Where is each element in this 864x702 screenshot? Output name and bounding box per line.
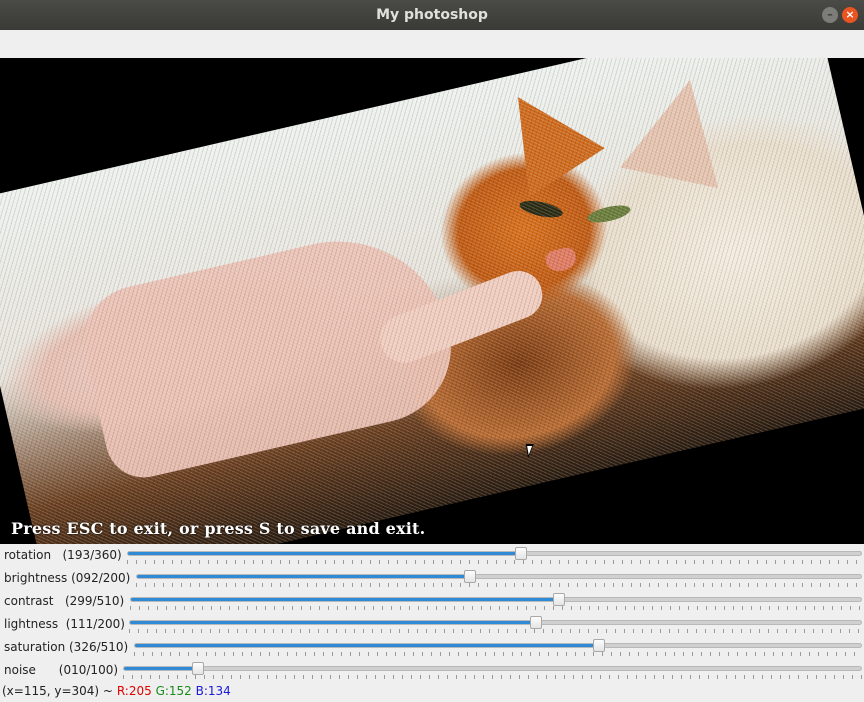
slider-thumb[interactable] bbox=[593, 639, 606, 652]
slider-row: lightness (111/200) bbox=[0, 615, 864, 638]
slider-fill bbox=[137, 575, 471, 578]
close-icon[interactable]: × bbox=[842, 7, 858, 23]
image-canvas[interactable] bbox=[0, 58, 864, 544]
slider-track[interactable] bbox=[129, 616, 862, 629]
slider-ticks bbox=[136, 583, 862, 587]
slider-row: brightness (092/200) bbox=[0, 569, 864, 592]
slider-row: contrast (299/510) bbox=[0, 592, 864, 615]
slider-thumb[interactable] bbox=[514, 547, 527, 560]
slider-track[interactable] bbox=[130, 593, 862, 606]
blue-value: B:134 bbox=[195, 684, 231, 698]
slider-thumb[interactable] bbox=[529, 616, 542, 629]
slider-ticks bbox=[134, 652, 862, 656]
slider-row: noise (010/100) bbox=[0, 661, 864, 684]
slider-thumb[interactable] bbox=[191, 662, 204, 675]
cat-photo bbox=[0, 58, 864, 544]
red-value: R:205 bbox=[116, 684, 152, 698]
slider-fill bbox=[130, 621, 536, 624]
overlay-instructions: Press ESC to exit, or press S to save an… bbox=[11, 519, 426, 538]
slider-label: noise (010/100) bbox=[4, 663, 119, 677]
slider-fill bbox=[124, 667, 198, 670]
slider-label: rotation (193/360) bbox=[4, 548, 122, 562]
cursor-coords: (x=115, y=304) ~ bbox=[2, 684, 113, 698]
slider-label: saturation (326/510) bbox=[4, 640, 129, 654]
slider-track[interactable] bbox=[136, 570, 862, 583]
slider-label: brightness (092/200) bbox=[4, 571, 131, 585]
status-bar: (x=115, y=304) ~ R:205 G:152 B:134 bbox=[2, 684, 231, 698]
slider-fill bbox=[131, 598, 559, 601]
toolbar bbox=[0, 30, 864, 58]
window-titlebar: My photoshop – × bbox=[0, 0, 864, 30]
slider-ticks bbox=[129, 629, 862, 633]
slider-ticks bbox=[123, 675, 862, 679]
slider-ticks bbox=[130, 606, 862, 610]
green-value: G:152 bbox=[155, 684, 192, 698]
slider-row: saturation (326/510) bbox=[0, 638, 864, 661]
slider-track[interactable] bbox=[123, 662, 862, 675]
slider-track[interactable] bbox=[127, 547, 862, 560]
minimize-icon[interactable]: – bbox=[822, 7, 838, 23]
noise-overlay bbox=[0, 58, 864, 544]
slider-track[interactable] bbox=[134, 639, 862, 652]
slider-label: lightness (111/200) bbox=[4, 617, 125, 631]
slider-label: contrast (299/510) bbox=[4, 594, 125, 608]
slider-thumb[interactable] bbox=[464, 570, 477, 583]
slider-fill bbox=[135, 644, 600, 647]
slider-fill bbox=[128, 552, 521, 555]
slider-row: rotation (193/360) bbox=[0, 546, 864, 569]
slider-thumb[interactable] bbox=[552, 593, 565, 606]
window-title: My photoshop bbox=[376, 7, 488, 23]
slider-ticks bbox=[127, 560, 862, 564]
